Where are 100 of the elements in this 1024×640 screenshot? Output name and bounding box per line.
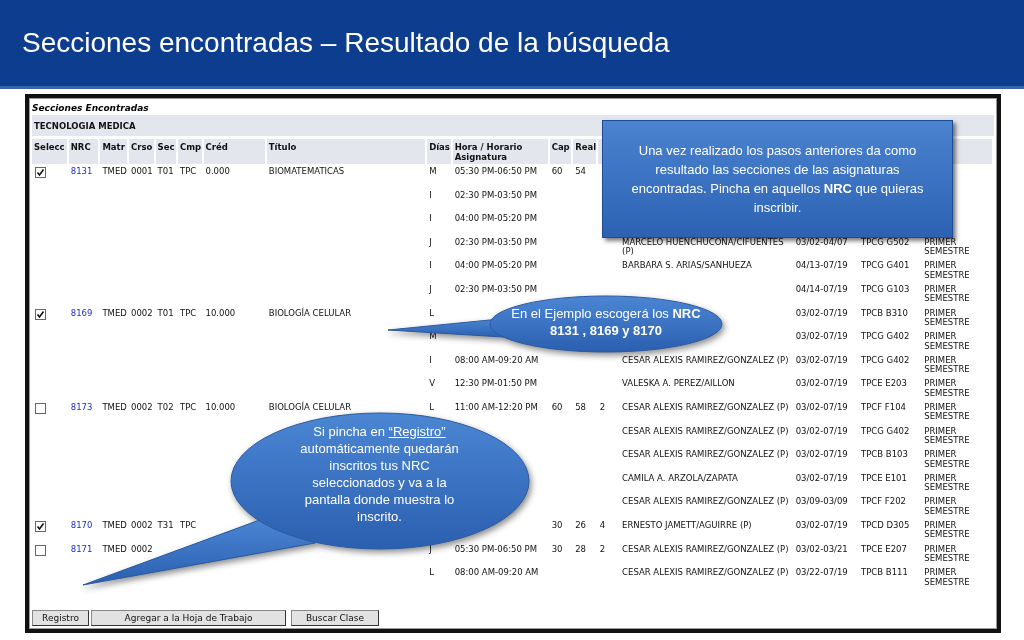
table-cell-text: PRIMER SEMESTRE (923, 400, 971, 424)
table-cell-text: M (428, 330, 438, 344)
row-checkbox[interactable] (35, 308, 46, 320)
column-header: Hora / Horario Asignatura (452, 136, 550, 164)
table-cell-text: CESAR ALEXIS RAMIREZ/GONZALEZ (P) (621, 400, 790, 414)
nrc-link[interactable]: 8131 (70, 166, 93, 176)
table-cell-text: 2 (598, 542, 607, 556)
table-cell-text: PRIMER SEMESTRE (923, 448, 971, 471)
table-cell-text: 12:30 PM-01:50 PM (453, 377, 539, 391)
table-cell-text: J (428, 542, 433, 556)
table-cell-text: 60 (550, 165, 564, 178)
table-cell-text: 03/02-07/19 (794, 518, 849, 532)
callout-text: En el Ejemplo escogerá los NRC 8131 , 8169 y 8170 (510, 305, 702, 339)
nrc-link[interactable]: 8169 (70, 307, 93, 318)
table-cell-text: 02:30 PM-03:50 PM (453, 188, 539, 202)
form-button[interactable]: Registro (32, 610, 89, 626)
table-cell-text: M (428, 165, 438, 178)
table-cell-text: T01 (156, 165, 175, 178)
table-cell-text: TPCB B111 (860, 566, 909, 580)
table-cell-text: 03/02-07/19 (794, 377, 849, 391)
table-cell-text: CESAR ALEXIS RAMIREZ/GONZALEZ (P) (621, 353, 790, 367)
table-cell-text: TMED (101, 518, 128, 532)
table-cell-text: PRIMER SEMESTRE (923, 282, 971, 306)
table-cell-text: BARBARA S. ARIAS/SANHUEZA (621, 259, 753, 273)
column-header: Cap (549, 136, 574, 164)
table-cell-text: TMED (101, 165, 128, 178)
table-cell-text: BIOLOGÍA CELULAR (267, 306, 353, 320)
form-button[interactable]: Buscar Clase (291, 610, 379, 626)
table-cell-text: PRIMER SEMESTRE (923, 518, 971, 542)
table-cell-text: CESAR ALEXIS RAMIREZ/GONZALEZ (P) (621, 448, 790, 462)
table-cell-text: CAMILA A. ARZOLA/ZAPATA (621, 471, 739, 485)
table-cell-text: TPC (179, 518, 198, 532)
table-cell-text: TPCE E101 (860, 471, 908, 485)
nrc-link[interactable]: 8170 (70, 519, 93, 530)
row-checkbox[interactable] (35, 544, 46, 556)
table-cell-text: TPC (179, 400, 198, 414)
table-cell-text: TPCG G402 (860, 330, 911, 344)
table-cell-text: 02:30 PM-03:50 PM (453, 282, 539, 296)
row-checkbox[interactable] (35, 402, 46, 414)
table-cell-text: 03/02-07/19 (794, 471, 849, 485)
form-button[interactable]: Agregar a la Hoja de Trabajo (91, 610, 286, 626)
column-header: Sec (155, 136, 178, 164)
table-cell-text: MARCELO HUENCHUCONA/CIFUENTES (P) (621, 235, 785, 259)
table-cell-text: L (428, 400, 435, 414)
table-cell-text: 28 (574, 542, 587, 556)
column-header: Título (266, 136, 428, 164)
row-checkbox[interactable] (35, 167, 46, 178)
table-cell-text: 0001 (130, 165, 154, 178)
table-cell-text: VALESKA A. PEREZ/AILLON (621, 377, 736, 391)
table-cell-text: 60 (550, 400, 564, 414)
table-cell-text: BIOMATEMATICAS (267, 165, 346, 178)
table-cell-text: CESAR ALEXIS RAMIREZ/GONZALEZ (P) (621, 566, 790, 580)
table-cell-text: 11:00 AM-12:20 PM (453, 400, 539, 414)
table-cell-text: V (428, 377, 436, 391)
registro-link[interactable]: “Registro” (388, 424, 446, 439)
nrc-link[interactable]: 8171 (70, 543, 93, 554)
table-cell-text: 02:30 PM-03:50 PM (453, 235, 539, 249)
table-cell-text: PRIMER SEMESTRE (923, 235, 971, 259)
table-cell-text: PRIMER SEMESTRE (923, 471, 971, 495)
table-cell-text: 4 (598, 518, 607, 532)
column-header: Real (573, 136, 598, 164)
column-header: Selecc (32, 136, 69, 164)
table-cell-text: 0.000 (204, 165, 231, 178)
table-cell-text: PRIMER SEMESTRE (923, 353, 971, 377)
table-cell-text: L (428, 566, 435, 580)
table-cell-text: 04:00 PM-05:20 PM (453, 259, 539, 273)
table-cell-text: TPCB B103 (860, 448, 909, 462)
table-cell-text: TMED (101, 400, 128, 414)
table-cell-text: TPCG G402 (860, 353, 911, 367)
table-cell-text: CESAR ALEXIS RAMIREZ/GONZALEZ (P) (621, 542, 790, 556)
table-cell-text: I (428, 188, 433, 202)
table-cell-text: TPC (179, 165, 198, 178)
table-cell-text: 26 (574, 518, 587, 532)
table-cell-text: 03/02-07/19 (794, 448, 849, 462)
callout-text: Si pincha en “Registro” automáticamente quedarán inscritos tus NRC seleccionados y va a la pantalla donde muestra lo inscrito. (299, 423, 460, 525)
table-cell-text: PRIMER SEMESTRE (923, 377, 971, 400)
table-cell-text: 0002 (130, 306, 154, 320)
nrc-link[interactable]: 8173 (70, 401, 93, 412)
table-cell-text: T31 (156, 518, 175, 532)
table-cell-text: 58 (574, 400, 587, 414)
table-cell-text: TPCE E203 (860, 377, 908, 391)
table-cell-text: 03/09-03/09 (794, 495, 849, 509)
table-cell-text: PRIMER SEMESTRE (923, 542, 971, 565)
table-cell-text: TPCG G502 (860, 235, 911, 249)
table-cell-text: J (428, 235, 433, 249)
table-cell-text: TPCF F104 (860, 400, 907, 414)
column-header: Créd (203, 136, 267, 164)
table-cell-text: 03/02-04/07 (794, 235, 849, 249)
slide-title: Secciones encontradas – Resultado de la búsqueda (22, 27, 670, 59)
table-cell-text: 03/22-07/19 (794, 566, 849, 580)
table-cell-text: 03/02-07/19 (794, 424, 849, 438)
table-cell-text: 30 (550, 542, 564, 556)
table-cell-text: 05:30 PM-06:50 PM (453, 542, 539, 556)
table-cell-text: 03/02-03/21 (794, 542, 849, 556)
table-cell-text: PRIMER SEMESTRE (923, 495, 971, 518)
callout-text: Una vez realizado los pasos anteriores da como resultado las secciones de las asignaturas encontradas. Pincha en aquellos NRC que quieras inscribir. (630, 142, 925, 217)
row-checkbox[interactable] (35, 520, 46, 532)
table-cell-text: T01 (156, 306, 175, 320)
panel-heading: Secciones Encontradas (32, 102, 150, 115)
group-title: TECNOLOGIA MEDICA (34, 120, 136, 131)
